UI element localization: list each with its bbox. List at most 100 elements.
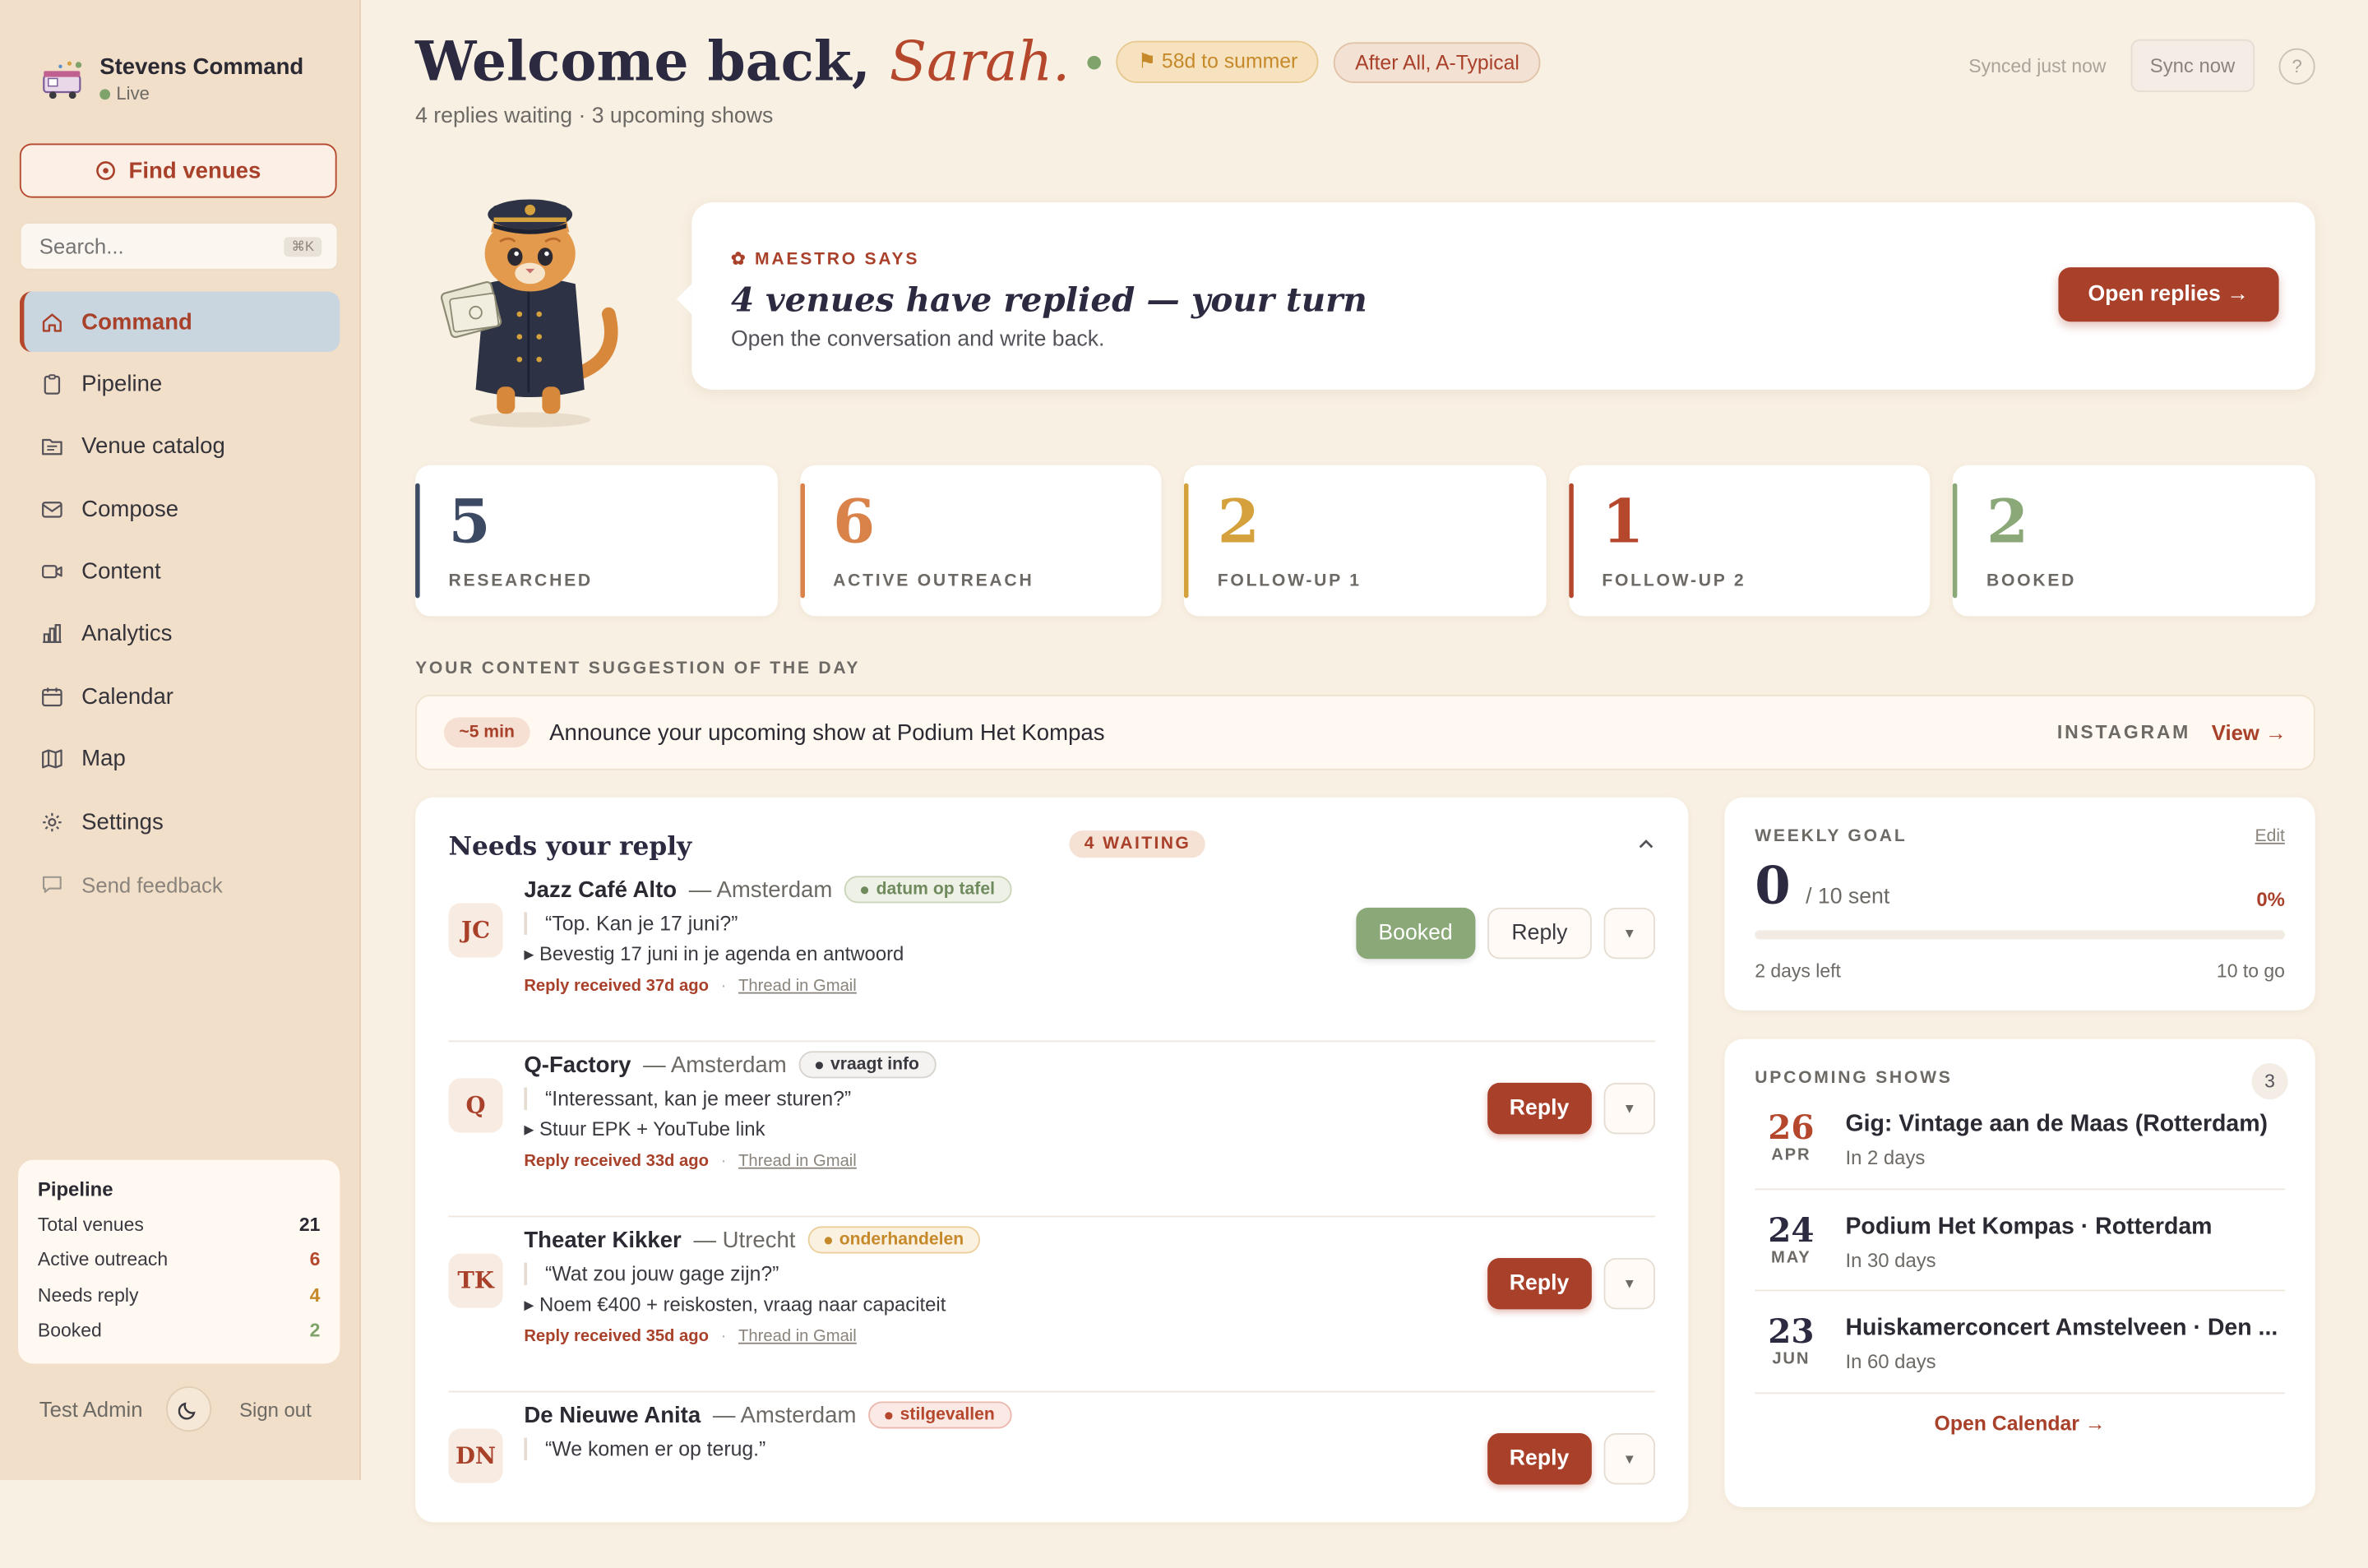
status-tag-label: vraagt info [830,1055,919,1074]
show-title: Podium Het Kompas · Rotterdam [1845,1213,2213,1240]
stat-card-follow-up-1[interactable]: 2 FOLLOW-UP 1 [1184,465,1547,617]
meta-separator: · [720,1152,727,1171]
goal-value-row: 0 / 10 sent [1755,861,2285,912]
artist-badge[interactable]: After All, A-Typical [1334,41,1541,83]
search-box[interactable]: ⌘K [19,221,339,271]
content-suggestion-card[interactable]: ~5 min Announce your upcoming show at Po… [415,694,2315,770]
stat-card-follow-up-2[interactable]: 1 FOLLOW-UP 2 [1568,465,1931,617]
gmail-thread-link[interactable]: Thread in Gmail [738,1327,857,1345]
show-item[interactable]: 23 JUN Huiskamerconcert Amstelveen · Den … [1755,1291,2285,1394]
show-date: 23 JUN [1755,1316,1827,1368]
find-venues-button[interactable]: Find venues [19,143,337,198]
sidebar-footer: Test Admin Sign out [39,1386,326,1432]
reply-actions: Reply ▼ [1487,1082,1656,1135]
show-when: In 60 days [1845,1350,1936,1373]
help-icon[interactable]: ? [2278,47,2315,84]
search-input[interactable] [36,232,269,260]
venue-name[interactable]: Q-Factory [524,1052,631,1077]
venue-avatar: JC [448,903,503,958]
reply-quote: “We komen er op terug.” [524,1437,1309,1461]
stat-card-active-outreach[interactable]: 6 ACTIVE OUTREACH [799,465,1162,617]
nav-label: Calendar [81,683,173,710]
nav-item-calendar[interactable]: Calendar [20,667,340,727]
reply-button[interactable]: Reply [1487,1082,1592,1135]
sync-now-button[interactable]: Sync now [2130,39,2255,93]
show-item[interactable]: 24 MAY Podium Het Kompas · Rotterdam In 30… [1755,1189,2285,1292]
reply-quote: “Top. Kan je 17 juni?” [524,912,1309,935]
reply-button[interactable]: Reply [1487,907,1592,960]
gmail-thread-link[interactable]: Thread in Gmail [738,1152,857,1170]
needs-reply-panel: Needs your reply 4 WAITING JC Jazz Café … [415,797,1689,1523]
view-suggestion-link[interactable]: View → [2212,720,2287,744]
suggested-action: ▸ Stuur EPK + YouTube link [524,1117,765,1140]
sign-out-link[interactable]: Sign out [239,1398,312,1421]
goal-percent: 0% [2256,887,2285,911]
reply-received: Reply received 33d ago [524,1152,709,1171]
more-options-dropdown[interactable]: ▼ [1603,1433,1656,1485]
nav-label: Venue catalog [81,433,225,460]
stat-card-booked[interactable]: 2 BOOKED [1953,465,2315,617]
gear-icon [43,812,62,831]
show-item[interactable]: 26 APR Gig: Vintage aan de Maas (Rotterda… [1755,1087,2285,1190]
nav-item-map[interactable]: Map [20,729,340,789]
collapse-chevron-icon[interactable] [1637,834,1655,858]
reply-button[interactable]: Reply [1487,1257,1592,1310]
nav-item-content[interactable]: Content [20,542,340,602]
venue-city: — Amsterdam [688,877,833,903]
status-dot-icon [861,886,869,894]
upcoming-shows-card: UPCOMING SHOWS 3 26 APR Gig: Vintage aan … [1724,1038,2315,1508]
send-feedback-link[interactable]: Send feedback [20,854,340,914]
suggestion-text: Announce your upcoming show at Podium He… [549,719,1105,746]
reply-body: Theater Kikker — Utrecht onderhandelen “Wa… [524,1226,1309,1345]
days-left: 2 days left [1755,960,1841,982]
venue-name[interactable]: Jazz Café Alto [524,877,677,902]
nav-item-venue-catalog[interactable]: Venue catalog [20,417,340,477]
status-tag-label: onderhandelen [839,1230,964,1249]
status-dot-icon [885,1411,893,1419]
show-day: 24 [1768,1210,1815,1250]
status-tag-label: datum op tafel [876,880,995,899]
welcome-header: Welcome back, Sarah. ⚑ 58d to summer Aft… [415,30,1541,94]
nav-item-analytics[interactable]: Analytics [20,604,340,664]
mail-icon [42,501,62,518]
stat-card-researched[interactable]: 5 RESEARCHED [415,465,778,617]
nav-item-pipeline[interactable]: Pipeline [20,354,340,414]
venue-city: — Amsterdam [643,1052,787,1078]
map-icon [42,749,62,769]
stat-label: FOLLOW-UP 1 [1217,572,1362,591]
brand[interactable]: Stevens Command Live [39,54,304,104]
maestro-tip-card: ✿ MAESTRO SAYS 4 venues have replied — y… [676,202,2315,390]
stat-label: ACTIVE OUTREACH [833,572,1034,591]
reply-title: De Nieuwe Anita — Amsterdam stilgevallen [524,1401,1309,1429]
meta-separator: · [720,977,727,996]
suggested-action: ▸ Bevestig 17 juni in je agenda en antwo… [524,942,904,965]
home-icon [42,312,62,331]
status-tag: stilgevallen [868,1401,1011,1429]
status-tag: onderhandelen [807,1226,981,1254]
reply-button[interactable]: Reply [1487,1433,1592,1485]
venue-name[interactable]: De Nieuwe Anita [524,1402,701,1427]
more-options-dropdown[interactable]: ▼ [1603,1257,1656,1310]
stat-accent-bar [799,483,805,599]
more-options-dropdown[interactable]: ▼ [1603,1082,1656,1135]
open-calendar-link[interactable]: Open Calendar → [1755,1411,2285,1434]
stat-value: 5 [448,486,491,557]
brand-title: Stevens Command [99,54,304,81]
venue-name[interactable]: Theater Kikker [524,1227,681,1252]
nav-item-command[interactable]: Command [19,291,340,352]
nav-item-compose[interactable]: Compose [20,479,340,539]
nav-label: Compose [81,496,179,522]
gmail-thread-link[interactable]: Thread in Gmail [738,977,857,995]
show-when: In 2 days [1845,1146,1926,1169]
open-replies-button[interactable]: Open replies → [2057,267,2279,322]
dark-mode-toggle[interactable] [166,1386,213,1432]
summer-countdown-badge[interactable]: ⚑ 58d to summer [1117,40,1320,84]
nav-item-settings[interactable]: Settings [20,792,340,852]
more-options-dropdown[interactable]: ▼ [1603,907,1656,960]
stat-accent-bar [1953,483,1959,599]
time-estimate-badge: ~5 min [443,717,530,748]
reply-body: Q-Factory — Amsterdam vraagt info “Interes… [524,1051,1309,1170]
sends-to-go: 10 to go [2216,960,2285,982]
booked-button[interactable]: Booked [1355,907,1476,960]
edit-goal-link[interactable]: Edit [2255,828,2285,846]
